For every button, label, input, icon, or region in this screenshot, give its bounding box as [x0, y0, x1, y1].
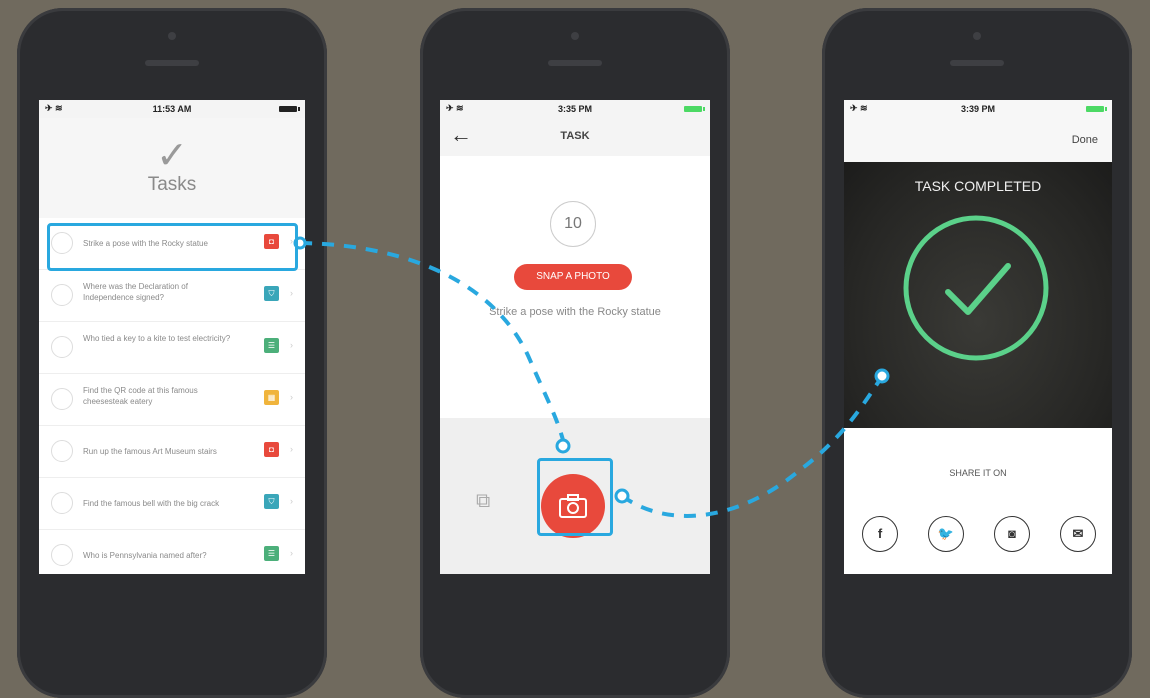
- front-camera: [168, 32, 176, 40]
- tasks-header: ✓ Tasks: [39, 118, 305, 218]
- done-button[interactable]: Done: [1072, 134, 1098, 146]
- task-description: Strike a pose with the Rocky statue: [489, 306, 661, 318]
- task-list: Strike a pose with the Rocky statue ◘ › Whe…: [39, 218, 305, 574]
- completed-photo-area: TASK COMPLETED: [844, 162, 1112, 428]
- gallery-icon[interactable]: ⧉: [476, 490, 490, 513]
- front-camera: [571, 32, 579, 40]
- chevron-right-icon: ›: [290, 340, 293, 350]
- task-row[interactable]: Who tied a key to a kite to test electri…: [39, 322, 305, 374]
- email-icon[interactable]: ✉: [1060, 516, 1096, 552]
- chevron-right-icon: ›: [290, 288, 293, 298]
- facebook-icon[interactable]: f: [862, 516, 898, 552]
- task-row[interactable]: Who is Pennsylvania named after? ☰ ›: [39, 530, 305, 574]
- snap-photo-label: SNAP A PHOTO: [514, 264, 632, 290]
- list-icon: ☰: [264, 338, 279, 353]
- shield-icon: ⛉: [264, 286, 279, 301]
- qr-icon: ▦: [264, 390, 279, 405]
- share-label: SHARE IT ON: [949, 468, 1007, 478]
- battery-icon: [684, 106, 705, 112]
- tasks-screen: ✈ ≋ 11:53 AM ✓ Tasks Strike a pose with …: [39, 100, 305, 574]
- done-bar: Done: [844, 118, 1112, 162]
- instagram-icon[interactable]: ◙: [994, 516, 1030, 552]
- status-time: 3:39 PM: [960, 104, 995, 114]
- phone-task-completed: ✈ ≋ 3:39 PM Done TASK COMPLETED SHARE IT…: [822, 8, 1132, 698]
- task-row[interactable]: Run up the famous Art Museum stairs ◘ ›: [39, 426, 305, 478]
- status-bar: ✈ ≋ 3:39 PM: [844, 100, 1112, 118]
- chevron-right-icon: ›: [290, 392, 293, 402]
- nav-bar: ← TASK: [440, 118, 710, 156]
- highlight-selected-task: [47, 223, 298, 271]
- earpiece-speaker: [950, 60, 1004, 66]
- shield-icon: ⛉: [264, 494, 279, 509]
- chevron-right-icon: ›: [290, 548, 293, 558]
- highlight-camera-button: [537, 458, 613, 536]
- camera-icon: ◘: [264, 442, 279, 457]
- task-text: Who is Pennsylvania named after?: [83, 551, 207, 560]
- success-check-icon: [903, 215, 1049, 361]
- task-points-circle: [51, 544, 73, 566]
- phone-task-detail: ✈ ≋ 3:35 PM ← TASK 10 SNAP A PHOTO Strik…: [420, 8, 730, 698]
- nav-title: TASK: [560, 130, 590, 142]
- twitter-icon[interactable]: 🐦: [928, 516, 964, 552]
- task-row[interactable]: Find the QR code at this famous cheesest…: [39, 374, 305, 426]
- task-text: Run up the famous Art Museum stairs: [83, 447, 217, 456]
- status-bar: ✈ ≋ 3:35 PM: [440, 100, 710, 118]
- counter-badge: 10: [550, 201, 596, 247]
- front-camera: [973, 32, 981, 40]
- share-area: SHARE IT ON f 🐦 ◙ ✉: [844, 428, 1112, 574]
- task-text: Find the QR code at this famous cheesest…: [83, 386, 198, 406]
- earpiece-speaker: [548, 60, 602, 66]
- task-row[interactable]: Where was the Declaration of Independenc…: [39, 270, 305, 322]
- earpiece-speaker: [145, 60, 199, 66]
- phone-tasks-list: ✈ ≋ 11:53 AM ✓ Tasks Strike a pose with …: [17, 8, 327, 698]
- task-text: Where was the Declaration of Independenc…: [83, 282, 188, 302]
- battery-icon: [279, 106, 300, 112]
- page-title: Tasks: [147, 174, 197, 195]
- list-icon: ☰: [264, 546, 279, 561]
- task-points-circle: [51, 492, 73, 514]
- chevron-right-icon: ›: [290, 496, 293, 506]
- battery-icon: [1086, 106, 1107, 112]
- status-bar: ✈ ≋ 11:53 AM: [39, 100, 305, 118]
- completed-screen: ✈ ≋ 3:39 PM Done TASK COMPLETED SHARE IT…: [844, 100, 1112, 574]
- chevron-right-icon: ›: [290, 444, 293, 454]
- check-icon: ✓: [156, 135, 188, 177]
- task-points-circle: [51, 388, 73, 410]
- task-body: 10 SNAP A PHOTO Strike a pose with the R…: [440, 156, 710, 418]
- status-time: 3:35 PM: [557, 104, 592, 114]
- task-points-circle: [51, 336, 73, 358]
- task-text: Find the famous bell with the big crack: [83, 499, 220, 508]
- task-points-circle: [51, 284, 73, 306]
- task-points-circle: [51, 440, 73, 462]
- task-row[interactable]: Find the famous bell with the big crack ⛉…: [39, 478, 305, 530]
- completed-title: TASK COMPLETED: [914, 178, 1042, 194]
- task-text: Who tied a key to a kite to test electri…: [83, 334, 231, 343]
- status-time: 11:53 AM: [152, 104, 192, 114]
